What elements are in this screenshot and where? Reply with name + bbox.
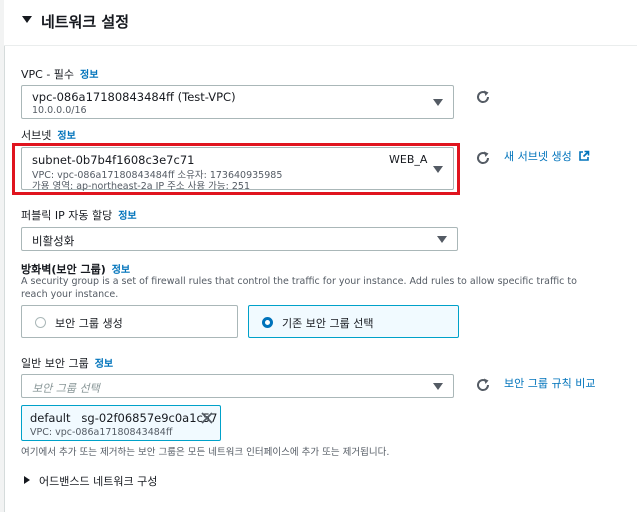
create-subnet-link[interactable]: 새 서브넷 생성 <box>504 148 590 164</box>
public-ip-label-text: 퍼블릭 IP 자동 할당 <box>21 209 113 222</box>
vpc-select[interactable]: vpc-086a17180843484ff (Test-VPC) 10.0.0.… <box>21 85 454 119</box>
security-group-note: 여기에서 추가 또는 제거하는 보안 그룹은 모든 네트워크 인터페이스에 추가… <box>21 447 390 458</box>
create-security-group-label: 보안 그룹 생성 <box>55 317 123 330</box>
dropdown-arrow-icon <box>437 236 447 243</box>
security-group-select[interactable]: 보안 그룹 선택 <box>21 374 454 398</box>
vpc-cidr: 10.0.0.0/16 <box>32 105 87 116</box>
vpc-value: vpc-086a17180843484ff (Test-VPC) <box>32 90 236 104</box>
refresh-icon[interactable] <box>475 150 491 166</box>
dropdown-arrow-icon <box>433 383 443 390</box>
external-link-icon <box>579 150 590 161</box>
refresh-icon[interactable] <box>475 89 491 105</box>
vpc-info-link[interactable]: 정보 <box>80 70 98 81</box>
public-ip-value: 비활성화 <box>32 234 75 248</box>
dropdown-arrow-icon <box>433 99 443 106</box>
security-group-label-text: 일반 보안 그룹 <box>21 357 89 370</box>
vpc-label: VPC - 필수 정보 <box>21 66 98 82</box>
firewall-description: A security group is a set of firewall ru… <box>21 276 577 300</box>
subnet-info-link[interactable]: 정보 <box>57 131 75 142</box>
advanced-network-label: 어드밴스드 네트워크 구성 <box>39 475 158 488</box>
section-header[interactable]: 네트워크 설정 <box>4 0 637 46</box>
highlight-box <box>12 143 460 195</box>
token-vpc: VPC: vpc-086a17180843484ff <box>30 427 173 438</box>
compare-rules-link[interactable]: 보안 그룹 규칙 비교 <box>504 375 595 391</box>
create-security-group-option[interactable]: 보안 그룹 생성 <box>21 305 238 338</box>
public-ip-select[interactable]: 비활성화 <box>21 227 458 251</box>
radio-selected[interactable] <box>262 317 273 328</box>
security-group-token: default sg-02f06857e9c0a1c57 VPC: vpc-08… <box>21 405 221 441</box>
caret-right-icon <box>24 476 30 484</box>
token-name: default sg-02f06857e9c0a1c57 <box>30 411 218 425</box>
radio-unselected[interactable] <box>35 317 46 328</box>
refresh-icon[interactable] <box>475 377 491 393</box>
existing-security-group-option[interactable]: 기존 보안 그룹 선택 <box>248 305 459 338</box>
close-icon[interactable] <box>200 411 214 425</box>
section-title: 네트워크 설정 <box>41 13 130 31</box>
security-group-label: 일반 보안 그룹 정보 <box>21 355 113 371</box>
security-group-info-link[interactable]: 정보 <box>95 359 113 370</box>
caret-down-icon <box>22 16 32 23</box>
public-ip-info-link[interactable]: 정보 <box>118 211 136 222</box>
public-ip-label: 퍼블릭 IP 자동 할당 정보 <box>21 207 137 223</box>
vpc-label-text: VPC - 필수 <box>21 68 75 81</box>
existing-security-group-label: 기존 보안 그룹 선택 <box>282 317 374 330</box>
subnet-label-text: 서브넷 <box>21 129 52 142</box>
create-subnet-link-text: 새 서브넷 생성 <box>504 150 572 163</box>
subnet-label: 서브넷 정보 <box>21 127 76 143</box>
security-group-placeholder: 보안 그룹 선택 <box>32 382 100 395</box>
